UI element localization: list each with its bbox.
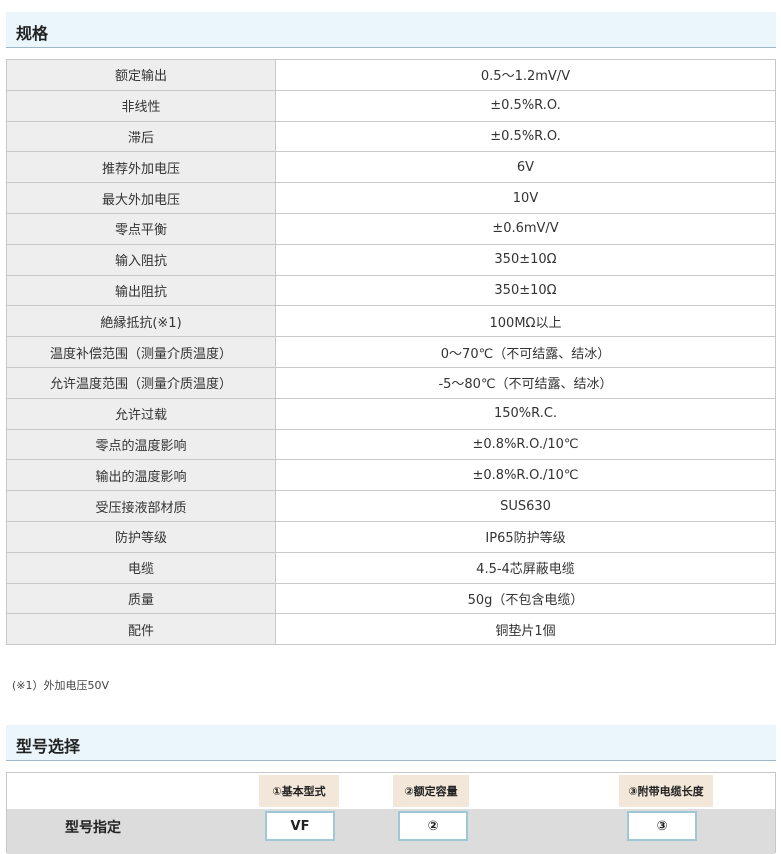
spec-label: 质量 — [6, 582, 276, 615]
spec-label: 零点的温度影响 — [6, 428, 276, 461]
spec-label: 防护等级 — [6, 520, 276, 553]
spec-value: ±0.8%R.O./10℃ — [275, 459, 776, 492]
basic-type-code-box: VF — [265, 811, 335, 841]
spec-row: 输出阻抗 350±10Ω — [6, 274, 776, 307]
spec-label: 絶縁抵抗(※1) — [6, 305, 276, 338]
spec-table: 额定输出 0.5～1.2mV/V 非线性 ±0.5%R.O. 滞后 ±0.5%R.O. 推荐… — [6, 59, 776, 646]
rated-capacity-heading: ②额定容量 — [393, 775, 469, 807]
spec-value: 6V — [275, 151, 776, 184]
spec-label: 输出阻抗 — [6, 274, 276, 307]
spec-row: 零点平衡 ±0.6mV/V — [6, 212, 776, 245]
basic-type-heading: ①基本型式 — [259, 775, 339, 807]
spec-section-header: 规格 — [6, 12, 776, 48]
spec-label: 滞后 — [6, 120, 276, 153]
model-row-label: 型号指定 — [65, 820, 121, 836]
spec-row: 电缆 4.5-4芯屏蔽电缆 — [6, 551, 776, 584]
spec-label: 零点平衡 — [6, 212, 276, 245]
spec-row: 输出的温度影响 ±0.8%R.O./10℃ — [6, 459, 776, 492]
spec-row: 输入阻抗 350±10Ω — [6, 243, 776, 276]
spec-label: 最大外加电压 — [6, 182, 276, 214]
spec-value: 150%R.C. — [275, 397, 776, 430]
model-selection-table: 型号指定 ①基本型式 ②额定容量 ③附带电缆长度 VF ② ③ — [6, 772, 776, 854]
spec-value: 350±10Ω — [275, 243, 776, 276]
spec-row: 允许温度范围（测量介质温度） -5～80℃（不可结露、结冰） — [6, 366, 776, 399]
spec-row: 絶縁抵抗(※1) 100MΩ以上 — [6, 305, 776, 338]
spec-value: 0.5～1.2mV/V — [275, 59, 776, 91]
cable-length-code-box: ③ — [627, 811, 697, 841]
spec-section-title: 规格 — [16, 24, 49, 43]
spec-label: 额定输出 — [6, 59, 276, 91]
spec-row: 最大外加电压 10V — [6, 182, 776, 214]
spec-row: 推荐外加电压 6V — [6, 151, 776, 184]
spec-value: 0～70℃（不可结露、结冰） — [275, 336, 776, 368]
spec-row: 温度补偿范围（测量介质温度） 0～70℃（不可结露、结冰） — [6, 336, 776, 368]
spec-label: 非线性 — [6, 89, 276, 122]
spec-value: ±0.5%R.O. — [275, 89, 776, 122]
spec-label: 推荐外加电压 — [6, 151, 276, 184]
spec-value: -5～80℃（不可结露、结冰） — [275, 366, 776, 399]
spec-label: 输入阻抗 — [6, 243, 276, 276]
spec-value: 350±10Ω — [275, 274, 776, 307]
spec-row: 质量 50g（不包含电缆） — [6, 582, 776, 615]
spec-label: 允许过载 — [6, 397, 276, 430]
spec-row: 滞后 ±0.5%R.O. — [6, 120, 776, 153]
spec-value: ±0.6mV/V — [275, 212, 776, 245]
spec-value: SUS630 — [275, 490, 776, 522]
spec-value: 50g（不包含电缆） — [275, 582, 776, 615]
spec-value: 4.5-4芯屏蔽电缆 — [275, 551, 776, 584]
spec-value: 100MΩ以上 — [275, 305, 776, 338]
spec-value: ±0.5%R.O. — [275, 120, 776, 153]
spec-label: 温度补偿范围（测量介质温度） — [6, 336, 276, 368]
spec-row: 受压接液部材质 SUS630 — [6, 490, 776, 522]
spec-value: ±0.8%R.O./10℃ — [275, 428, 776, 461]
spec-label: 受压接液部材质 — [6, 490, 276, 522]
spec-value: IP65防护等级 — [275, 520, 776, 553]
spec-label: 电缆 — [6, 551, 276, 584]
model-section-header: 型号选择 — [6, 725, 776, 761]
cable-length-heading: ③附带电缆长度 — [619, 775, 713, 807]
spec-value: 10V — [275, 182, 776, 214]
rated-capacity-code-box: ② — [398, 811, 468, 841]
spec-footnote: (※1）外加电压50V — [12, 679, 110, 692]
spec-row: 配件 铜垫片1個 — [6, 613, 776, 646]
spec-row: 额定输出 0.5～1.2mV/V — [6, 59, 776, 91]
spec-label: 输出的温度影响 — [6, 459, 276, 492]
spec-row: 非线性 ±0.5%R.O. — [6, 89, 776, 122]
spec-value: 铜垫片1個 — [275, 613, 776, 646]
spec-label: 允许温度范围（测量介质温度） — [6, 366, 276, 399]
spec-row: 零点的温度影响 ±0.8%R.O./10℃ — [6, 428, 776, 461]
model-section-title: 型号选择 — [16, 737, 81, 756]
spec-row: 防护等级 IP65防护等级 — [6, 520, 776, 553]
spec-row: 允许过载 150%R.C. — [6, 397, 776, 430]
spec-label: 配件 — [6, 613, 276, 646]
